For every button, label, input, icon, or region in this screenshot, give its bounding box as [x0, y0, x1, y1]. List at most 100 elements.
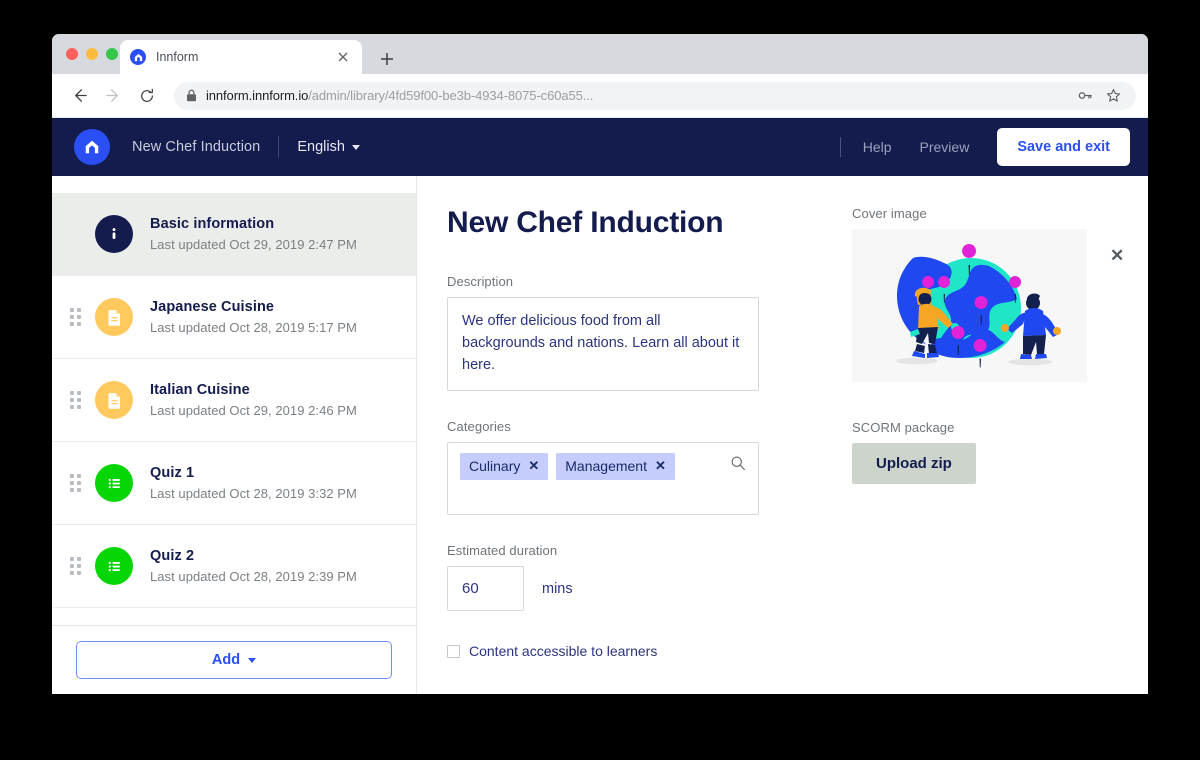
url-text: innform.innform.io/admin/library/4fd59f0… — [206, 88, 594, 103]
preview-link[interactable]: Preview — [920, 139, 970, 155]
cover-image-label: Cover image — [852, 206, 927, 221]
main-content: New Chef Induction Description We offer … — [417, 176, 1148, 694]
drag-handle-icon[interactable] — [62, 308, 88, 326]
innform-home-logo-icon[interactable] — [74, 129, 110, 165]
description-field: Description We offer delicious food from… — [447, 274, 817, 391]
category-chip-management[interactable]: Management ✕ — [556, 453, 675, 480]
duration-row: 60 mins — [447, 566, 817, 611]
sidebar-item-basic-information[interactable]: Basic information Last updated Oct 29, 2… — [52, 193, 416, 276]
window-maximize-button[interactable] — [106, 48, 118, 60]
duration-input[interactable]: 60 — [447, 566, 524, 611]
content-accessible-label: Content accessible to learners — [469, 643, 658, 659]
module-subtitle: Last updated Oct 28, 2019 5:17 PM — [150, 320, 357, 335]
search-icon[interactable] — [730, 455, 746, 476]
star-icon[interactable] — [1102, 85, 1124, 107]
drag-handle-icon[interactable] — [62, 474, 88, 492]
plus-icon[interactable] — [374, 46, 400, 72]
description-label: Description — [447, 274, 514, 289]
sidebar-item-italian-cuisine[interactable]: Italian Cuisine Last updated Oct 29, 201… — [52, 359, 416, 442]
innform-logo-icon — [130, 49, 146, 65]
sidebar-item-japanese-cuisine[interactable]: Japanese Cuisine Last updated Oct 28, 20… — [52, 276, 416, 359]
browser-tab-strip: Innform — [52, 34, 1148, 74]
browser-tab-title: Innform — [156, 50, 199, 64]
drag-handle-icon[interactable] — [62, 557, 88, 575]
main-left-column: New Chef Induction Description We offer … — [447, 206, 817, 694]
browser-tab[interactable]: Innform — [120, 40, 362, 74]
categories-label: Categories — [447, 419, 511, 434]
language-label: English — [297, 139, 345, 155]
arrow-right-icon — [98, 81, 128, 111]
window-minimize-button[interactable] — [86, 48, 98, 60]
description-input[interactable]: We offer delicious food from all backgro… — [447, 297, 759, 391]
module-subtitle: Last updated Oct 29, 2019 2:47 PM — [150, 237, 357, 252]
document-icon — [95, 381, 133, 419]
module-text: Quiz 1 Last updated Oct 28, 2019 3:32 PM — [150, 465, 357, 501]
browser-address-bar: innform.innform.io/admin/library/4fd59f0… — [52, 74, 1148, 118]
chevron-down-icon — [248, 657, 257, 663]
remove-cover-image-button[interactable]: ✕ — [1110, 247, 1124, 264]
sidebar-top-gap — [52, 176, 416, 193]
content-accessible-checkbox[interactable] — [447, 644, 460, 658]
scorm-package-field: SCORM package Upload zip — [852, 420, 1148, 484]
key-icon[interactable] — [1074, 85, 1096, 107]
app-header: New Chef Induction English Help Preview … — [52, 118, 1148, 176]
app-body: Basic information Last updated Oct 29, 2… — [52, 176, 1148, 694]
reload-icon[interactable] — [132, 81, 162, 111]
cover-image-row: ✕ — [852, 229, 1148, 382]
module-subtitle: Last updated Oct 29, 2019 2:46 PM — [150, 403, 357, 418]
scorm-package-label: SCORM package — [852, 420, 955, 435]
module-subtitle: Last updated Oct 28, 2019 3:32 PM — [150, 486, 357, 501]
quiz-list-icon — [95, 464, 133, 502]
info-circle-icon — [95, 215, 133, 253]
page-title: New Chef Induction — [447, 206, 724, 239]
module-title: Quiz 1 — [150, 465, 195, 481]
browser-window: Innform innform.innform.io/admin/library… — [52, 34, 1148, 694]
module-text: Japanese Cuisine Last updated Oct 28, 20… — [150, 299, 357, 335]
sidebar-footer: Add — [52, 625, 416, 694]
help-link[interactable]: Help — [863, 139, 892, 155]
window-traffic-lights — [66, 48, 118, 60]
module-title: Quiz 2 — [150, 548, 195, 564]
sidebar-item-quiz-2[interactable]: Quiz 2 Last updated Oct 28, 2019 2:39 PM — [52, 525, 416, 608]
module-subtitle: Last updated Oct 28, 2019 2:39 PM — [150, 569, 357, 584]
close-icon[interactable] — [334, 48, 352, 66]
duration-unit-label: mins — [542, 580, 573, 597]
lock-icon — [186, 89, 197, 102]
sidebar-item-quiz-1[interactable]: Quiz 1 Last updated Oct 28, 2019 3:32 PM — [52, 442, 416, 525]
module-text: Italian Cuisine Last updated Oct 29, 201… — [150, 382, 357, 418]
window-close-button[interactable] — [66, 48, 78, 60]
close-small-icon[interactable]: ✕ — [655, 458, 666, 474]
categories-input[interactable]: Culinary ✕ Management ✕ — [447, 442, 759, 515]
url-input[interactable]: innform.innform.io/admin/library/4fd59f0… — [174, 81, 1136, 110]
duration-label: Estimated duration — [447, 543, 558, 558]
module-text: Quiz 2 Last updated Oct 28, 2019 2:39 PM — [150, 548, 357, 584]
language-selector[interactable]: English — [297, 139, 360, 155]
module-list: Basic information Last updated Oct 29, 2… — [52, 176, 416, 625]
module-sidebar: Basic information Last updated Oct 29, 2… — [52, 176, 417, 694]
category-chip-label: Management — [565, 458, 647, 474]
add-button[interactable]: Add — [76, 641, 392, 679]
drag-handle-icon[interactable] — [62, 391, 88, 409]
save-and-exit-button[interactable]: Save and exit — [997, 128, 1130, 166]
module-title: Basic information — [150, 216, 275, 232]
quiz-list-icon — [95, 547, 133, 585]
cover-image-preview[interactable] — [852, 229, 1087, 382]
module-title: Japanese Cuisine — [150, 299, 275, 315]
category-chip-culinary[interactable]: Culinary ✕ — [460, 453, 549, 480]
duration-field: Estimated duration 60 mins — [447, 543, 817, 611]
add-button-label: Add — [211, 652, 241, 668]
chevron-down-icon — [351, 144, 360, 150]
content-accessible-row[interactable]: Content accessible to learners — [447, 643, 817, 659]
category-chip-label: Culinary — [469, 458, 521, 474]
globe-with-pins-illustration — [895, 243, 1061, 367]
module-text: Basic information Last updated Oct 29, 2… — [150, 216, 357, 252]
upload-zip-button[interactable]: Upload zip — [852, 443, 976, 484]
course-name-header: New Chef Induction — [132, 139, 261, 155]
close-small-icon[interactable]: ✕ — [528, 458, 539, 474]
document-icon — [95, 298, 133, 336]
header-separator — [839, 137, 841, 157]
header-divider — [278, 136, 280, 158]
categories-field: Categories Culinary ✕ Management ✕ — [447, 419, 817, 515]
module-title: Italian Cuisine — [150, 382, 250, 398]
arrow-left-icon[interactable] — [64, 81, 94, 111]
